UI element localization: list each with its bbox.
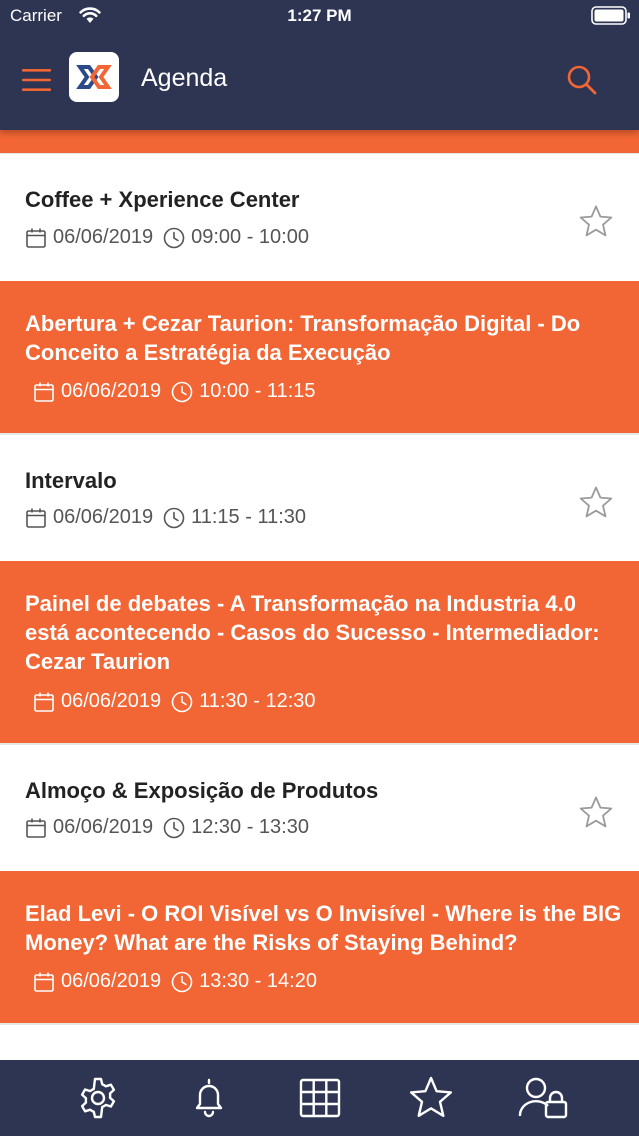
- event-date: 06/06/2019: [61, 380, 162, 402]
- favorite-star-icon[interactable]: [578, 204, 614, 240]
- event-title: Painel de debates - A Transformação na I…: [25, 591, 600, 674]
- status-bar: Carrier 1:27 PM: [0, 0, 639, 32]
- previous-event-edge: [0, 130, 639, 153]
- event-date: 06/06/2019: [61, 690, 162, 712]
- grid-icon[interactable]: [296, 1074, 344, 1122]
- star-icon[interactable]: [407, 1074, 455, 1122]
- tab-bar: [0, 1060, 639, 1136]
- event-title: Coffee + Xperience Center: [25, 187, 300, 212]
- page-title: Agenda: [141, 64, 228, 92]
- screen: Carrier 1:27 PM Agenda Coffee + Xperienc…: [0, 0, 639, 1136]
- event-card[interactable]: Abertura + Cezar Taurion: Transformação …: [0, 281, 639, 433]
- clock-icon: [163, 227, 185, 248]
- event-meta: 06/06/2019 10:00 - 11:15: [33, 380, 316, 403]
- event-date: 06/06/2019: [53, 226, 154, 248]
- clock-icon: [171, 971, 193, 992]
- event-meta: 06/06/2019 13:30 - 14:20: [33, 970, 317, 993]
- event-title: Abertura + Cezar Taurion: Transformação …: [25, 311, 581, 365]
- event-time: 12:30 - 13:30: [191, 816, 309, 838]
- calendar-icon: [26, 818, 46, 838]
- favorite-star-icon[interactable]: [578, 485, 614, 521]
- clock-icon: [171, 381, 193, 402]
- event-title: Intervalo: [25, 468, 117, 493]
- event-card[interactable]: Elad Levi - O ROI Visível vs O Invisível…: [0, 871, 639, 1023]
- event-time: 09:00 - 10:00: [191, 226, 309, 248]
- nav-bar: Agenda: [0, 32, 639, 130]
- event-meta: 06/06/2019 12:30 - 13:30: [25, 816, 309, 839]
- status-time: 1:27 PM: [287, 6, 352, 25]
- agenda-list[interactable]: Coffee + Xperience Center 06/06/2019 09:…: [0, 130, 639, 1060]
- event-title: Almoço & Exposição de Produtos: [25, 778, 379, 803]
- event-time: 11:15 - 11:30: [191, 506, 307, 528]
- search-icon[interactable]: [566, 64, 598, 96]
- clock-icon: [163, 507, 185, 528]
- favorite-star-icon[interactable]: [578, 795, 614, 831]
- battery-icon: [591, 6, 630, 25]
- event-date: 06/06/2019: [61, 970, 162, 992]
- clock-icon: [163, 817, 185, 838]
- event-time: 13:30 - 14:20: [199, 970, 317, 992]
- user-lock-icon[interactable]: [518, 1074, 574, 1122]
- gear-icon[interactable]: [74, 1074, 122, 1122]
- calendar-icon: [34, 692, 54, 712]
- calendar-icon: [26, 508, 46, 528]
- event-card[interactable]: Coffee + Xperience Center 06/06/2019 09:…: [0, 154, 639, 281]
- event-date: 06/06/2019: [53, 506, 154, 528]
- event-meta: 06/06/2019 09:00 - 10:00: [25, 226, 309, 249]
- hamburger-menu-icon[interactable]: [22, 68, 51, 92]
- event-meta: 06/06/2019 11:15 - 11:30: [25, 506, 306, 529]
- event-meta: 06/06/2019 11:30 - 12:30: [33, 690, 316, 713]
- event-title: Elad Levi - O ROI Visível vs O Invisível…: [25, 901, 622, 955]
- app-logo: [69, 52, 119, 102]
- clock-icon: [171, 691, 193, 712]
- event-card[interactable]: Painel de debates - A Transformação na I…: [0, 561, 639, 743]
- top-bar: Carrier 1:27 PM Agenda: [0, 0, 639, 130]
- bell-icon[interactable]: [185, 1074, 233, 1122]
- event-card[interactable]: Intervalo 06/06/2019 11:15 - 11:30: [0, 435, 639, 561]
- next-event-edge: [0, 1025, 639, 1060]
- calendar-icon: [26, 228, 46, 248]
- event-card[interactable]: Almoço & Exposição de Produtos 06/06/201…: [0, 745, 639, 871]
- calendar-icon: [34, 972, 54, 992]
- event-date: 06/06/2019: [53, 816, 154, 838]
- event-time: 10:00 - 11:15: [199, 380, 316, 402]
- calendar-icon: [34, 382, 54, 402]
- event-time: 11:30 - 12:30: [199, 690, 316, 712]
